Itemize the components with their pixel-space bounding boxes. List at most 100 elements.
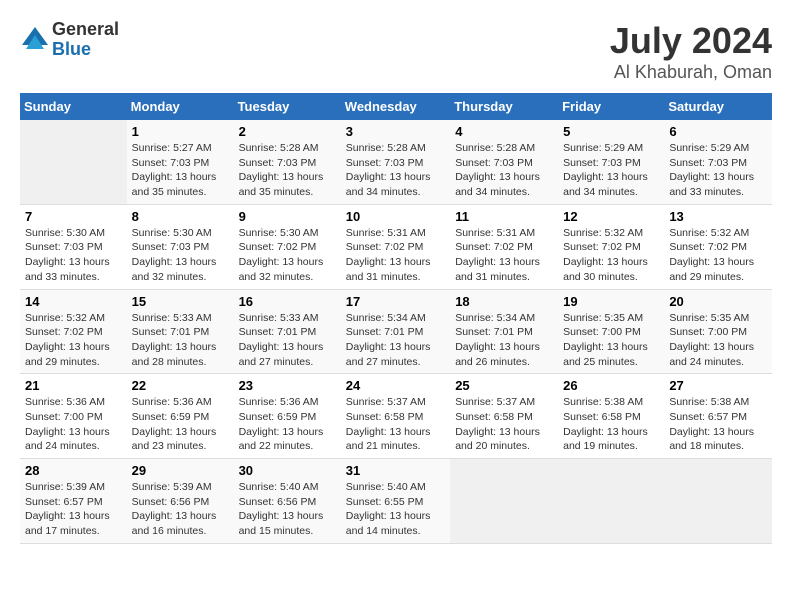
day-number: 12 [563, 209, 659, 224]
calendar-cell: 7 Sunrise: 5:30 AMSunset: 7:03 PMDaylight… [20, 204, 127, 289]
day-info: Sunrise: 5:34 AMSunset: 7:01 PMDaylight:… [346, 311, 445, 370]
day-number: 5 [563, 124, 659, 139]
calendar-cell: 5 Sunrise: 5:29 AMSunset: 7:03 PMDaylight… [558, 120, 664, 204]
day-info: Sunrise: 5:32 AMSunset: 7:02 PMDaylight:… [669, 226, 767, 285]
day-info: Sunrise: 5:28 AMSunset: 7:03 PMDaylight:… [346, 141, 445, 200]
calendar-cell: 13 Sunrise: 5:32 AMSunset: 7:02 PMDayligh… [664, 204, 772, 289]
calendar-week-row: 7 Sunrise: 5:30 AMSunset: 7:03 PMDaylight… [20, 204, 772, 289]
day-info: Sunrise: 5:35 AMSunset: 7:00 PMDaylight:… [563, 311, 659, 370]
calendar-cell: 28 Sunrise: 5:39 AMSunset: 6:57 PMDayligh… [20, 459, 127, 544]
day-number: 9 [239, 209, 336, 224]
day-number: 29 [132, 463, 229, 478]
logo: General Blue [20, 20, 119, 60]
day-info: Sunrise: 5:30 AMSunset: 7:03 PMDaylight:… [132, 226, 229, 285]
day-number: 24 [346, 378, 445, 393]
calendar-cell: 25 Sunrise: 5:37 AMSunset: 6:58 PMDayligh… [450, 374, 558, 459]
day-number: 20 [669, 294, 767, 309]
day-number: 11 [455, 209, 553, 224]
calendar-cell: 3Sunrise: 5:28 AMSunset: 7:03 PMDaylight… [341, 120, 450, 204]
day-info: Sunrise: 5:36 AMSunset: 6:59 PMDaylight:… [132, 395, 229, 454]
calendar-cell: 2 Sunrise: 5:28 AMSunset: 7:03 PMDaylight… [234, 120, 341, 204]
weekday-header: Friday [558, 93, 664, 120]
calendar-cell: 10Sunrise: 5:31 AMSunset: 7:02 PMDayligh… [341, 204, 450, 289]
day-info: Sunrise: 5:30 AMSunset: 7:02 PMDaylight:… [239, 226, 336, 285]
calendar-cell: 6 Sunrise: 5:29 AMSunset: 7:03 PMDaylight… [664, 120, 772, 204]
day-number: 21 [25, 378, 122, 393]
day-number: 13 [669, 209, 767, 224]
day-number: 10 [346, 209, 445, 224]
logo-icon [20, 25, 50, 55]
logo-general: General [52, 20, 119, 40]
calendar-cell: 31Sunrise: 5:40 AMSunset: 6:55 PMDayligh… [341, 459, 450, 544]
day-info: Sunrise: 5:39 AMSunset: 6:56 PMDaylight:… [132, 480, 229, 539]
day-info: Sunrise: 5:37 AMSunset: 6:58 PMDaylight:… [346, 395, 445, 454]
calendar-cell: 21 Sunrise: 5:36 AMSunset: 7:00 PMDayligh… [20, 374, 127, 459]
calendar-cell: 12 Sunrise: 5:32 AMSunset: 7:02 PMDayligh… [558, 204, 664, 289]
calendar-cell: 11Sunrise: 5:31 AMSunset: 7:02 PMDayligh… [450, 204, 558, 289]
calendar-cell [558, 459, 664, 544]
day-info: Sunrise: 5:37 AMSunset: 6:58 PMDaylight:… [455, 395, 553, 454]
day-number: 23 [239, 378, 336, 393]
calendar-cell: 1 Sunrise: 5:27 AMSunset: 7:03 PMDaylight… [127, 120, 234, 204]
day-number: 26 [563, 378, 659, 393]
day-info: Sunrise: 5:27 AMSunset: 7:03 PMDaylight:… [132, 141, 229, 200]
weekday-header: Saturday [664, 93, 772, 120]
calendar-week-row: 1 Sunrise: 5:27 AMSunset: 7:03 PMDaylight… [20, 120, 772, 204]
day-info: Sunrise: 5:29 AMSunset: 7:03 PMDaylight:… [669, 141, 767, 200]
weekday-header: Sunday [20, 93, 127, 120]
day-number: 2 [239, 124, 336, 139]
calendar-cell: 15Sunrise: 5:33 AMSunset: 7:01 PMDayligh… [127, 289, 234, 374]
calendar-week-row: 14 Sunrise: 5:32 AMSunset: 7:02 PMDayligh… [20, 289, 772, 374]
day-info: Sunrise: 5:38 AMSunset: 6:58 PMDaylight:… [563, 395, 659, 454]
day-info: Sunrise: 5:33 AMSunset: 7:01 PMDaylight:… [239, 311, 336, 370]
page-header: General Blue July 2024 Al Khaburah, Oman [20, 20, 772, 83]
calendar-table: SundayMondayTuesdayWednesdayThursdayFrid… [20, 93, 772, 544]
day-info: Sunrise: 5:35 AMSunset: 7:00 PMDaylight:… [669, 311, 767, 370]
day-info: Sunrise: 5:33 AMSunset: 7:01 PMDaylight:… [132, 311, 229, 370]
calendar-cell: 27 Sunrise: 5:38 AMSunset: 6:57 PMDayligh… [664, 374, 772, 459]
calendar-cell: 14 Sunrise: 5:32 AMSunset: 7:02 PMDayligh… [20, 289, 127, 374]
day-number: 17 [346, 294, 445, 309]
weekday-header: Monday [127, 93, 234, 120]
day-number: 25 [455, 378, 553, 393]
calendar-body: 1 Sunrise: 5:27 AMSunset: 7:03 PMDaylight… [20, 120, 772, 543]
day-info: Sunrise: 5:38 AMSunset: 6:57 PMDaylight:… [669, 395, 767, 454]
calendar-cell: 22 Sunrise: 5:36 AMSunset: 6:59 PMDayligh… [127, 374, 234, 459]
weekday-header: Tuesday [234, 93, 341, 120]
day-info: Sunrise: 5:28 AMSunset: 7:03 PMDaylight:… [455, 141, 553, 200]
calendar-cell: 26 Sunrise: 5:38 AMSunset: 6:58 PMDayligh… [558, 374, 664, 459]
day-number: 7 [25, 209, 122, 224]
logo-text: General Blue [52, 20, 119, 60]
day-number: 14 [25, 294, 122, 309]
day-info: Sunrise: 5:30 AMSunset: 7:03 PMDaylight:… [25, 226, 122, 285]
calendar-cell: 23Sunrise: 5:36 AMSunset: 6:59 PMDayligh… [234, 374, 341, 459]
weekday-header: Thursday [450, 93, 558, 120]
calendar-cell: 9 Sunrise: 5:30 AMSunset: 7:02 PMDaylight… [234, 204, 341, 289]
day-info: Sunrise: 5:32 AMSunset: 7:02 PMDaylight:… [25, 311, 122, 370]
day-number: 22 [132, 378, 229, 393]
day-number: 27 [669, 378, 767, 393]
day-info: Sunrise: 5:32 AMSunset: 7:02 PMDaylight:… [563, 226, 659, 285]
calendar-cell: 16Sunrise: 5:33 AMSunset: 7:01 PMDayligh… [234, 289, 341, 374]
day-number: 28 [25, 463, 122, 478]
logo-blue: Blue [52, 40, 119, 60]
calendar-cell [664, 459, 772, 544]
calendar-cell: 20 Sunrise: 5:35 AMSunset: 7:00 PMDayligh… [664, 289, 772, 374]
day-number: 8 [132, 209, 229, 224]
day-number: 31 [346, 463, 445, 478]
calendar-cell: 18Sunrise: 5:34 AMSunset: 7:01 PMDayligh… [450, 289, 558, 374]
calendar-cell: 30Sunrise: 5:40 AMSunset: 6:56 PMDayligh… [234, 459, 341, 544]
day-info: Sunrise: 5:28 AMSunset: 7:03 PMDaylight:… [239, 141, 336, 200]
calendar-cell: 29 Sunrise: 5:39 AMSunset: 6:56 PMDayligh… [127, 459, 234, 544]
day-info: Sunrise: 5:39 AMSunset: 6:57 PMDaylight:… [25, 480, 122, 539]
day-info: Sunrise: 5:36 AMSunset: 7:00 PMDaylight:… [25, 395, 122, 454]
day-number: 30 [239, 463, 336, 478]
header-row: SundayMondayTuesdayWednesdayThursdayFrid… [20, 93, 772, 120]
calendar-cell [450, 459, 558, 544]
calendar-week-row: 28 Sunrise: 5:39 AMSunset: 6:57 PMDayligh… [20, 459, 772, 544]
day-number: 1 [132, 124, 229, 139]
calendar-cell: 24 Sunrise: 5:37 AMSunset: 6:58 PMDayligh… [341, 374, 450, 459]
day-number: 4 [455, 124, 553, 139]
day-info: Sunrise: 5:29 AMSunset: 7:03 PMDaylight:… [563, 141, 659, 200]
day-number: 6 [669, 124, 767, 139]
